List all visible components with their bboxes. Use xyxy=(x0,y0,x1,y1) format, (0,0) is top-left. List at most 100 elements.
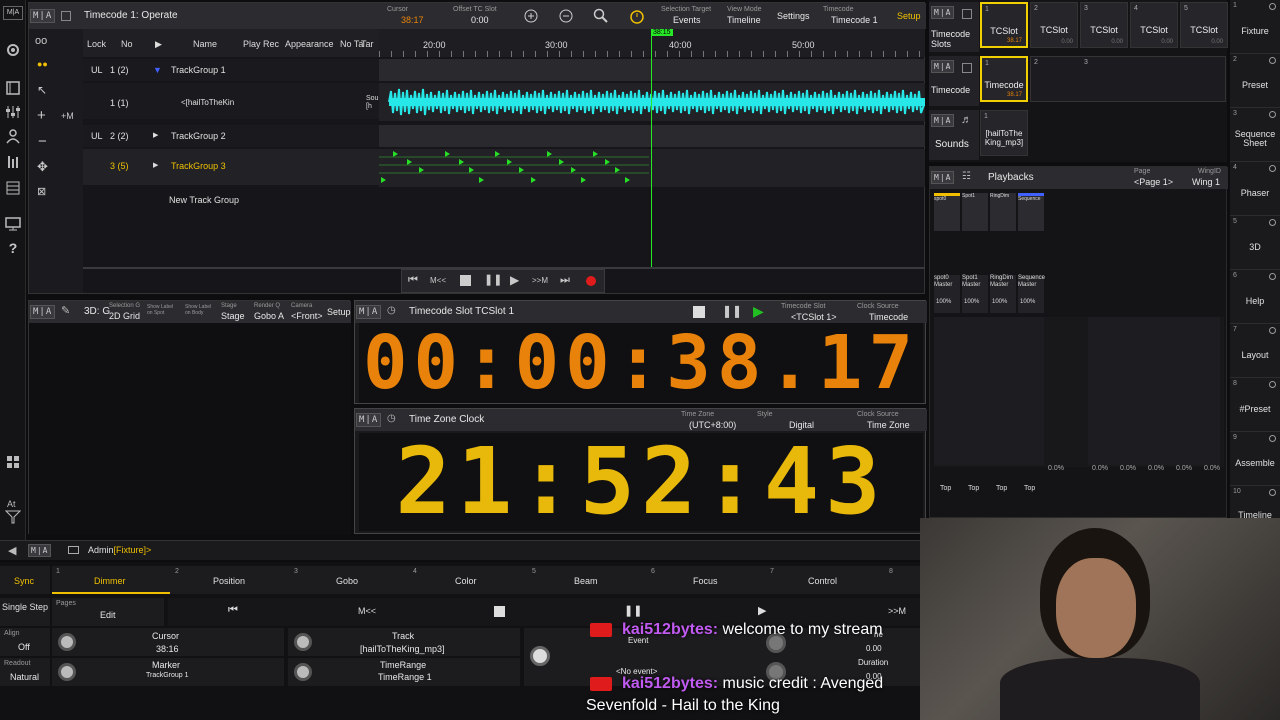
collapse-icon[interactable]: ▼ xyxy=(153,65,162,75)
offset-tc-slot[interactable]: 0:00 xyxy=(471,15,489,25)
viewer-3d-canvas[interactable] xyxy=(29,323,351,535)
move-icon[interactable]: ✥ xyxy=(37,159,48,175)
sidebar-item-timeline[interactable]: 10 Timeline xyxy=(1230,486,1280,520)
remove-icon[interactable]: − xyxy=(38,133,47,150)
sync-button[interactable]: Sync xyxy=(0,566,50,594)
encoder-knob-icon[interactable] xyxy=(58,663,76,681)
sliders-icon[interactable] xyxy=(5,104,21,120)
pencil-icon[interactable]: ✎ xyxy=(61,304,70,317)
forward-marker-button[interactable]: >>M xyxy=(532,276,548,285)
sidebar-item-preset-number[interactable]: 8 #Preset xyxy=(1230,378,1280,432)
sidebar-item-sequence-sheet[interactable]: 3 Sequence Sheet xyxy=(1230,108,1280,162)
encoder-knob-icon[interactable] xyxy=(294,663,312,681)
expand-all-icon[interactable]: ▶ xyxy=(155,39,162,50)
tab-focus[interactable]: 6 Focus xyxy=(647,566,765,594)
feedback-icon[interactable]: ●● xyxy=(37,59,48,69)
selection-grid[interactable]: 2D Grid xyxy=(109,311,140,321)
tab-gobo[interactable]: 3 Gobo xyxy=(290,566,408,594)
sidebar-item-help[interactable]: 6 Help xyxy=(1230,270,1280,324)
setup-button[interactable]: Setup xyxy=(897,11,921,21)
marker-encoder[interactable]: Marker TrackGroup 1 xyxy=(52,658,284,686)
play-icon[interactable]: ▶ xyxy=(510,273,519,287)
play-icon[interactable]: ▶ xyxy=(758,604,766,617)
audio-waveform[interactable] xyxy=(379,83,925,121)
settings-icon[interactable] xyxy=(5,42,21,58)
show-label-spot[interactable]: Show Label on Spot xyxy=(147,304,175,316)
encoder-knob-icon[interactable] xyxy=(530,646,550,666)
expand-icon[interactable]: ▶ xyxy=(153,131,158,139)
show-label-body[interactable]: Show Label on Body xyxy=(185,304,213,316)
stop-icon[interactable] xyxy=(494,606,505,617)
timerange-encoder[interactable]: TimeRange TimeRange 1 xyxy=(288,658,520,686)
track-row[interactable]: 3 (5) ▶ TrackGroup 3 xyxy=(83,149,379,185)
timecode-tile[interactable]: 23 xyxy=(1030,56,1226,102)
camera-selector[interactable]: <Front> xyxy=(291,311,323,321)
command-line[interactable]: ◀ M|A Admin[Fixture]> xyxy=(0,540,920,560)
single-step-button[interactable]: Single Step xyxy=(0,598,50,626)
monitor-icon[interactable] xyxy=(5,216,21,232)
sidebar-item-layout[interactable]: 7 Layout xyxy=(1230,324,1280,378)
sequence-thumb[interactable]: RingDim xyxy=(990,193,1016,231)
executor[interactable]: RingDim Master 100% xyxy=(990,275,1016,313)
skip-back-icon[interactable]: ⏮ xyxy=(408,274,418,287)
keyframe-lane[interactable] xyxy=(379,149,925,187)
executor-top-button[interactable]: Top xyxy=(1024,485,1035,492)
stop-icon[interactable] xyxy=(460,275,471,286)
rewind-marker-button[interactable]: M<< xyxy=(358,606,376,616)
executor[interactable]: Sequence Master 100% xyxy=(1018,275,1045,313)
grid-icon[interactable] xyxy=(5,180,21,196)
track-row[interactable]: 1 (1) <[hailToTheKin xyxy=(83,83,379,119)
page-selector[interactable]: <Page 1> xyxy=(1134,177,1173,187)
sidebar-item-preset[interactable]: 2 Preset xyxy=(1230,54,1280,108)
new-track-group-button[interactable]: New Track Group xyxy=(169,195,239,205)
selection-target[interactable]: Events xyxy=(673,15,701,25)
add-icon[interactable]: + xyxy=(37,107,46,124)
at-label[interactable]: At xyxy=(7,499,16,509)
track-encoder[interactable]: Track [hailToTheKing_mp3] xyxy=(288,628,520,656)
viewer-setup-button[interactable]: Setup xyxy=(327,307,351,317)
pause-icon[interactable]: ❚❚ xyxy=(624,604,642,617)
skip-back-icon[interactable]: ⏮ xyxy=(228,604,238,617)
sequence-thumb[interactable]: Spot1 xyxy=(962,193,988,231)
search-icon[interactable] xyxy=(593,8,609,24)
executor[interactable]: spot0 Master 100% xyxy=(934,275,960,313)
rewind-marker-button[interactable]: M<< xyxy=(430,276,446,285)
person-icon[interactable] xyxy=(5,128,21,144)
pause-icon[interactable]: ❚❚ xyxy=(484,273,502,286)
expand-icon[interactable]: ▶ xyxy=(153,161,158,169)
tab-position[interactable]: 2 Position xyxy=(171,566,289,594)
settings-button[interactable]: Settings xyxy=(777,11,810,21)
forward-marker-button[interactable]: >>M xyxy=(888,606,906,616)
sidebar-item-fixture[interactable]: 1 Fixture xyxy=(1230,0,1280,54)
equalizer-icon[interactable] xyxy=(5,154,21,170)
keyboard-icon[interactable] xyxy=(68,546,79,554)
tab-page-8[interactable]: 8 xyxy=(885,566,920,594)
select-area-icon[interactable]: ⊠ xyxy=(37,185,46,198)
link-icon[interactable]: oo xyxy=(35,35,47,47)
fader[interactable] xyxy=(1088,317,1220,465)
executor-top-button[interactable]: Top xyxy=(940,485,951,492)
view-mode[interactable]: Timeline xyxy=(727,15,761,25)
timeline-lanes[interactable] xyxy=(379,59,925,187)
wing-selector[interactable]: Wing 1 xyxy=(1192,177,1220,187)
timecode-tile[interactable]: 1 Timecode 38.17 xyxy=(980,56,1028,102)
pages-edit-button[interactable]: Pages Edit xyxy=(52,598,164,626)
cursor-encoder[interactable]: Cursor 38:16 xyxy=(52,628,284,656)
add-marker-icon[interactable]: +M xyxy=(61,111,74,121)
tc-slot-tile[interactable]: 1 TCSlot 38.17 xyxy=(980,2,1028,48)
sound-tile[interactable]: 1 [hailToThe King_mp3] xyxy=(980,110,1028,156)
tc-slot-tile[interactable]: 2 TCSlot 0.00 xyxy=(1030,2,1078,48)
executor[interactable]: Spot1 Master 100% xyxy=(962,275,988,313)
timeline-ruler[interactable]: 20:00 30:00 40:00 50:00 38:15 xyxy=(379,29,925,57)
cursor-readout[interactable]: 38:17 xyxy=(401,15,424,25)
filter-icon[interactable] xyxy=(5,510,21,524)
stopwatch-icon[interactable] xyxy=(629,8,645,24)
fader[interactable] xyxy=(934,317,1044,465)
executor-top-button[interactable]: Top xyxy=(968,485,979,492)
pointer-icon[interactable]: ↖ xyxy=(37,83,47,97)
skip-forward-icon[interactable]: ⏭ xyxy=(560,274,570,287)
cursor-marker[interactable]: 38:15 xyxy=(651,29,673,36)
book-icon[interactable] xyxy=(5,80,21,96)
help-icon[interactable]: ? xyxy=(5,240,21,256)
readout-control[interactable]: Readout Natural xyxy=(0,658,50,686)
